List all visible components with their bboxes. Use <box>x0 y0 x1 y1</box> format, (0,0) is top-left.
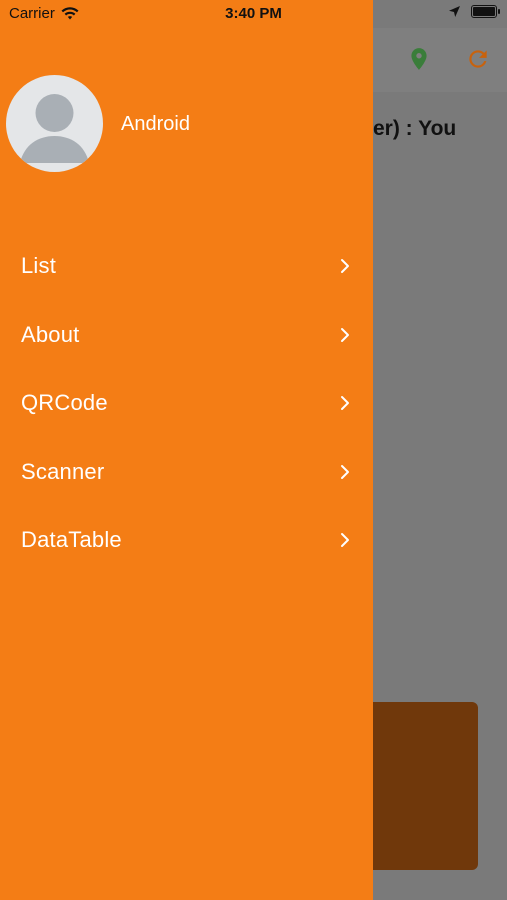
menu-item-label: DataTable <box>21 527 122 553</box>
menu-item-label: List <box>21 253 57 279</box>
location-arrow-icon <box>449 6 460 17</box>
user-name: Android <box>121 113 190 135</box>
refresh-icon[interactable] <box>465 46 491 72</box>
menu-item-label: QRCode <box>21 390 108 416</box>
drawer-menu: List About QRCode Scanner DataTable <box>0 232 373 575</box>
menu-item-scanner[interactable]: Scanner <box>0 438 373 507</box>
battery-icon <box>471 5 500 18</box>
menu-item-label: About <box>21 321 80 347</box>
menu-item-label: Scanner <box>21 458 105 484</box>
navigation-drawer: Android List About QRCode Scanner DataTa… <box>0 0 373 900</box>
avatar[interactable] <box>6 75 103 172</box>
chevron-right-icon <box>341 327 349 342</box>
chevron-right-icon <box>341 396 349 411</box>
menu-item-datatable[interactable]: DataTable <box>0 506 373 575</box>
background-title-text: er) : You <box>373 117 457 140</box>
menu-item-qrcode[interactable]: QRCode <box>0 369 373 438</box>
chevron-right-icon <box>341 533 349 548</box>
location-pin-icon[interactable] <box>406 46 432 72</box>
status-bar: Carrier 3:40 PM <box>0 0 507 28</box>
chevron-right-icon <box>341 259 349 274</box>
menu-item-list[interactable]: List <box>0 232 373 301</box>
chevron-right-icon <box>341 464 349 479</box>
menu-item-about[interactable]: About <box>0 301 373 370</box>
status-time: 3:40 PM <box>225 5 282 22</box>
user-placeholder-icon <box>20 94 89 163</box>
